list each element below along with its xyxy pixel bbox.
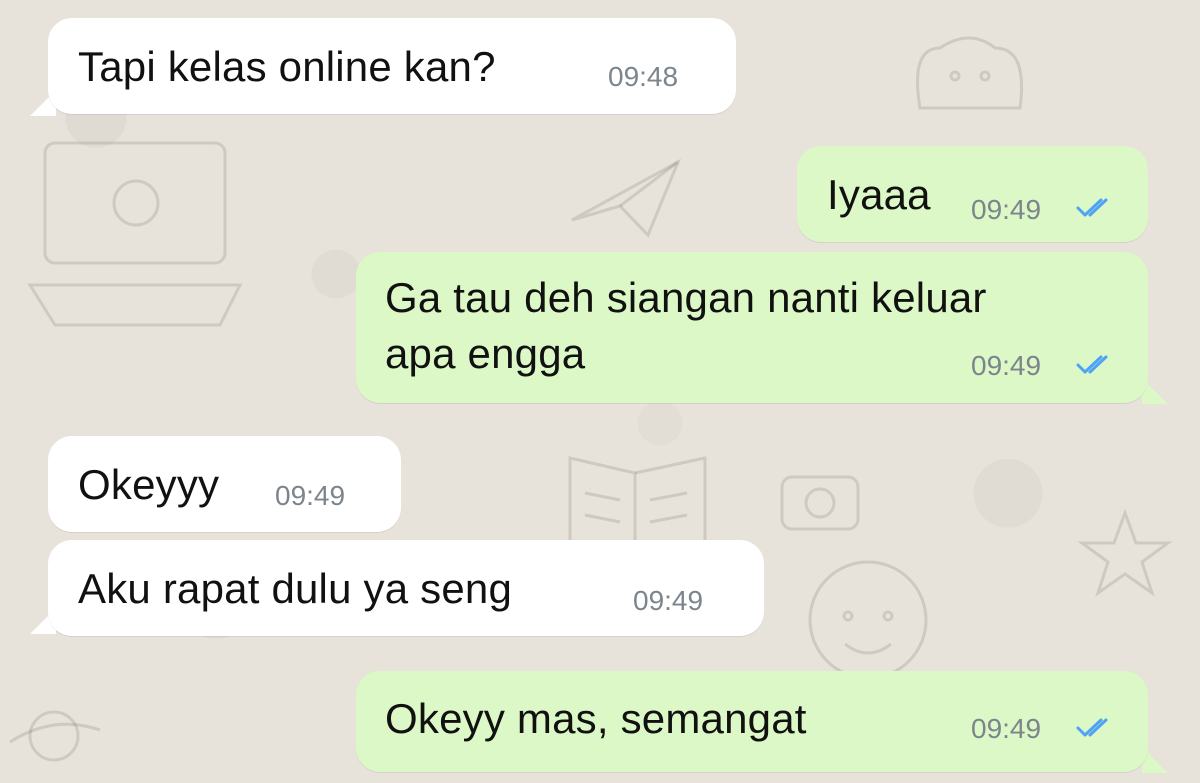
outgoing-message-bubble[interactable]: Iyaaa 09:49 [797,146,1148,242]
message-text: Okeyyy [78,461,220,508]
camera-doodle [780,475,860,531]
cat-doodle [916,36,1024,110]
message-timestamp: 09:49 [971,713,1042,744]
paper-plane-doodle [571,158,681,238]
message-text: Tapi kelas online kan? [78,43,496,90]
planet-doodle [9,710,101,762]
double-check-icon [1076,717,1120,739]
message-text: Iyaaa [827,171,931,218]
message-timestamp: 09:49 [971,350,1042,381]
incoming-message-bubble[interactable]: Tapi kelas online kan? 09:48 [48,18,736,114]
star-doodle [1077,508,1173,597]
message-text-line: Ga tau deh siangan nanti keluar [385,274,987,321]
laptop-doodle [27,141,243,327]
message-timestamp: 09:48 [608,61,679,92]
message-timestamp: 09:49 [971,194,1042,225]
double-check-icon [1076,197,1120,219]
double-check-icon [1076,354,1120,376]
incoming-message-bubble[interactable]: Aku rapat dulu ya seng 09:49 [48,540,764,636]
message-text: Okeyy mas, semangat [385,695,807,742]
message-text: Aku rapat dulu ya seng [78,565,513,612]
outgoing-message-bubble[interactable]: Ga tau deh siangan nanti keluar apa engg… [356,252,1148,403]
incoming-message-bubble[interactable]: Okeyyy 09:49 [48,436,401,532]
outgoing-message-bubble[interactable]: Okeyy mas, semangat 09:49 [356,671,1148,772]
message-text-line: apa engga [385,330,586,377]
message-timestamp: 09:49 [275,480,346,511]
message-timestamp: 09:49 [633,585,704,616]
